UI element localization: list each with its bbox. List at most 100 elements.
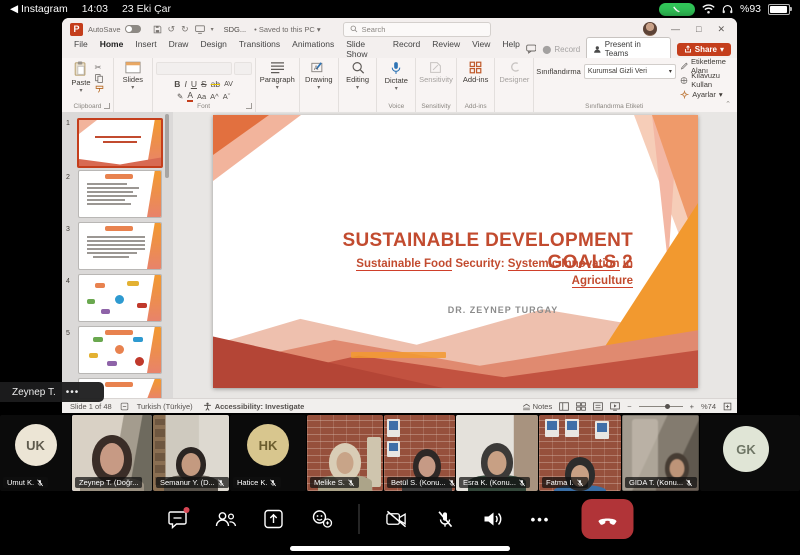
share-button[interactable]: Share ▾ bbox=[677, 43, 731, 56]
fit-to-window-icon[interactable] bbox=[723, 402, 732, 411]
mic-off-icon bbox=[269, 479, 277, 487]
sensitivity-button[interactable]: Sensitivity bbox=[416, 61, 456, 84]
qat-more-icon[interactable]: ▾ bbox=[211, 26, 214, 33]
camera-off-button[interactable] bbox=[386, 508, 408, 530]
normal-view-icon[interactable] bbox=[559, 402, 569, 411]
settings-button[interactable]: Ayarlar ▾ bbox=[680, 87, 737, 101]
participant-tile-zeynep[interactable]: Zeynep T. (Doğr... bbox=[72, 415, 152, 491]
mic-off-button[interactable] bbox=[434, 508, 456, 530]
addins-button[interactable]: Add-ins bbox=[457, 61, 495, 84]
home-indicator[interactable] bbox=[290, 546, 510, 551]
slideshow-view-icon[interactable] bbox=[610, 402, 620, 411]
font-name-combobox[interactable] bbox=[156, 62, 232, 75]
notes-toggle[interactable]: Notes bbox=[522, 402, 553, 411]
participant-tile-umut[interactable]: UK Umut K. bbox=[0, 415, 71, 491]
slide-author: DR. ZEYNEP TURGAY bbox=[373, 305, 633, 315]
participant-tile-betul[interactable]: Betül S. (Konu... bbox=[384, 415, 455, 491]
zoom-level[interactable]: %74 bbox=[701, 402, 716, 411]
font-dialog-launcher[interactable] bbox=[246, 103, 252, 109]
cut-icon[interactable]: ✂ bbox=[95, 63, 104, 72]
highlight-button[interactable]: ab bbox=[211, 79, 220, 89]
font-size-combobox[interactable] bbox=[234, 62, 252, 75]
participant-name-label: Betül S. (Konu... bbox=[387, 477, 455, 488]
autosave-toggle[interactable] bbox=[125, 25, 141, 33]
record-button[interactable]: ⬤ Record bbox=[542, 45, 580, 54]
share-screen-button[interactable] bbox=[263, 508, 285, 530]
slide-sorter-view-icon[interactable] bbox=[576, 402, 586, 411]
new-slide-button[interactable]: Slides bbox=[114, 61, 152, 91]
people-button[interactable] bbox=[215, 508, 237, 530]
editing-button[interactable]: Editing bbox=[339, 61, 377, 91]
participant-tile-hatice[interactable]: HK Hatice K. bbox=[230, 415, 306, 491]
designer-group: Designer bbox=[495, 58, 534, 112]
comments-icon[interactable] bbox=[526, 44, 537, 54]
dictate-button[interactable]: Dictate bbox=[377, 61, 415, 92]
decrease-font-button[interactable]: Aˇ bbox=[223, 92, 231, 101]
saved-status[interactable]: • Saved to this PC ▾ bbox=[254, 25, 320, 34]
notes-label: Notes bbox=[533, 402, 553, 411]
underline-button[interactable]: U bbox=[191, 79, 197, 89]
chat-button[interactable] bbox=[167, 508, 189, 530]
maximize-button[interactable]: □ bbox=[696, 24, 701, 35]
slide-thumbnail-2[interactable] bbox=[78, 170, 162, 218]
notes-indicator-icon[interactable] bbox=[120, 402, 129, 411]
font-color-button[interactable]: A bbox=[187, 91, 193, 102]
close-button[interactable]: ✕ bbox=[717, 24, 725, 35]
reactions-button[interactable] bbox=[311, 508, 333, 530]
italic-button[interactable]: I bbox=[184, 79, 186, 89]
zoom-slider[interactable] bbox=[639, 406, 683, 407]
classification-dropdown[interactable]: Kurumsal Gizli Veri▾ bbox=[584, 64, 676, 79]
slide-counter[interactable]: Slide 1 of 48 bbox=[70, 402, 112, 411]
change-case-button[interactable]: Aa bbox=[197, 92, 206, 101]
presenter-overlay[interactable]: Zeynep T. ••• bbox=[0, 382, 104, 402]
clipboard-dialog-launcher[interactable] bbox=[104, 103, 110, 109]
bold-button[interactable]: B bbox=[174, 79, 180, 89]
zoom-out-button[interactable]: − bbox=[627, 402, 631, 411]
zoom-in-button[interactable]: + bbox=[690, 402, 694, 411]
slide-thumbnail-1[interactable] bbox=[77, 118, 163, 168]
participant-tile-gida[interactable]: GIDA T. (Konu... bbox=[622, 415, 699, 491]
participant-tile-semanur[interactable]: Semanur Y. (D... bbox=[153, 415, 229, 491]
reading-view-icon[interactable] bbox=[593, 402, 603, 411]
hang-up-button[interactable] bbox=[582, 499, 634, 539]
use-guide-button[interactable]: Kılavuzu Kullan bbox=[680, 73, 737, 87]
search-icon bbox=[350, 25, 358, 33]
undo-icon[interactable]: ↺ bbox=[168, 24, 176, 35]
slide-thumbnail-5[interactable] bbox=[78, 326, 162, 374]
presenter-more-icon[interactable]: ••• bbox=[66, 387, 80, 398]
copy-icon[interactable] bbox=[95, 74, 103, 83]
search-input[interactable]: Search bbox=[343, 22, 491, 37]
account-avatar[interactable] bbox=[643, 22, 657, 36]
designer-button[interactable]: Designer bbox=[495, 61, 533, 84]
participant-tile-gk[interactable]: GK bbox=[700, 415, 800, 491]
accessibility-status[interactable]: Accessibility: Investigate bbox=[215, 402, 305, 411]
save-icon[interactable] bbox=[153, 25, 162, 34]
active-call-indicator[interactable] bbox=[659, 3, 695, 16]
strikethrough-button[interactable]: S bbox=[201, 79, 207, 89]
current-slide[interactable]: SUSTAINABLE DEVELOPMENT GOALS 2 Sustaina… bbox=[213, 115, 698, 388]
draw-text-button[interactable]: ✎ bbox=[177, 92, 183, 101]
thumbnail-scrollbar[interactable] bbox=[165, 114, 169, 178]
svg-text:A: A bbox=[314, 65, 319, 72]
display-settings-icon[interactable] bbox=[195, 25, 205, 34]
more-options-button[interactable]: ••• bbox=[530, 508, 552, 530]
format-painter-icon[interactable] bbox=[95, 85, 104, 93]
participant-tile-esra[interactable]: Esra K. (Konu... bbox=[456, 415, 538, 491]
slide-thumbnail-3[interactable] bbox=[78, 222, 162, 270]
paragraph-button[interactable]: Paragraph bbox=[256, 61, 299, 91]
slide-thumbnail-4[interactable] bbox=[78, 274, 162, 322]
language-status[interactable]: Turkish (Türkiye) bbox=[137, 402, 193, 411]
character-spacing-button[interactable]: AV bbox=[224, 81, 233, 88]
back-to-app-button[interactable]: ◀ Instagram bbox=[10, 3, 68, 15]
document-title[interactable]: SDG... bbox=[224, 25, 247, 34]
increase-font-button[interactable]: A^ bbox=[210, 92, 219, 101]
participant-tile-melike[interactable]: Melike S. bbox=[307, 415, 383, 491]
collapse-ribbon-icon[interactable]: ⌃ bbox=[725, 100, 731, 108]
editing-icon bbox=[351, 61, 365, 74]
speaker-button[interactable] bbox=[482, 508, 504, 530]
participant-tile-fatma[interactable]: Fatma I. bbox=[539, 415, 621, 491]
paste-button[interactable]: Paste bbox=[71, 61, 90, 94]
drawing-button[interactable]: A Drawing bbox=[300, 61, 338, 91]
minimize-button[interactable]: — bbox=[671, 24, 680, 35]
redo-icon[interactable]: ↻ bbox=[181, 24, 189, 35]
